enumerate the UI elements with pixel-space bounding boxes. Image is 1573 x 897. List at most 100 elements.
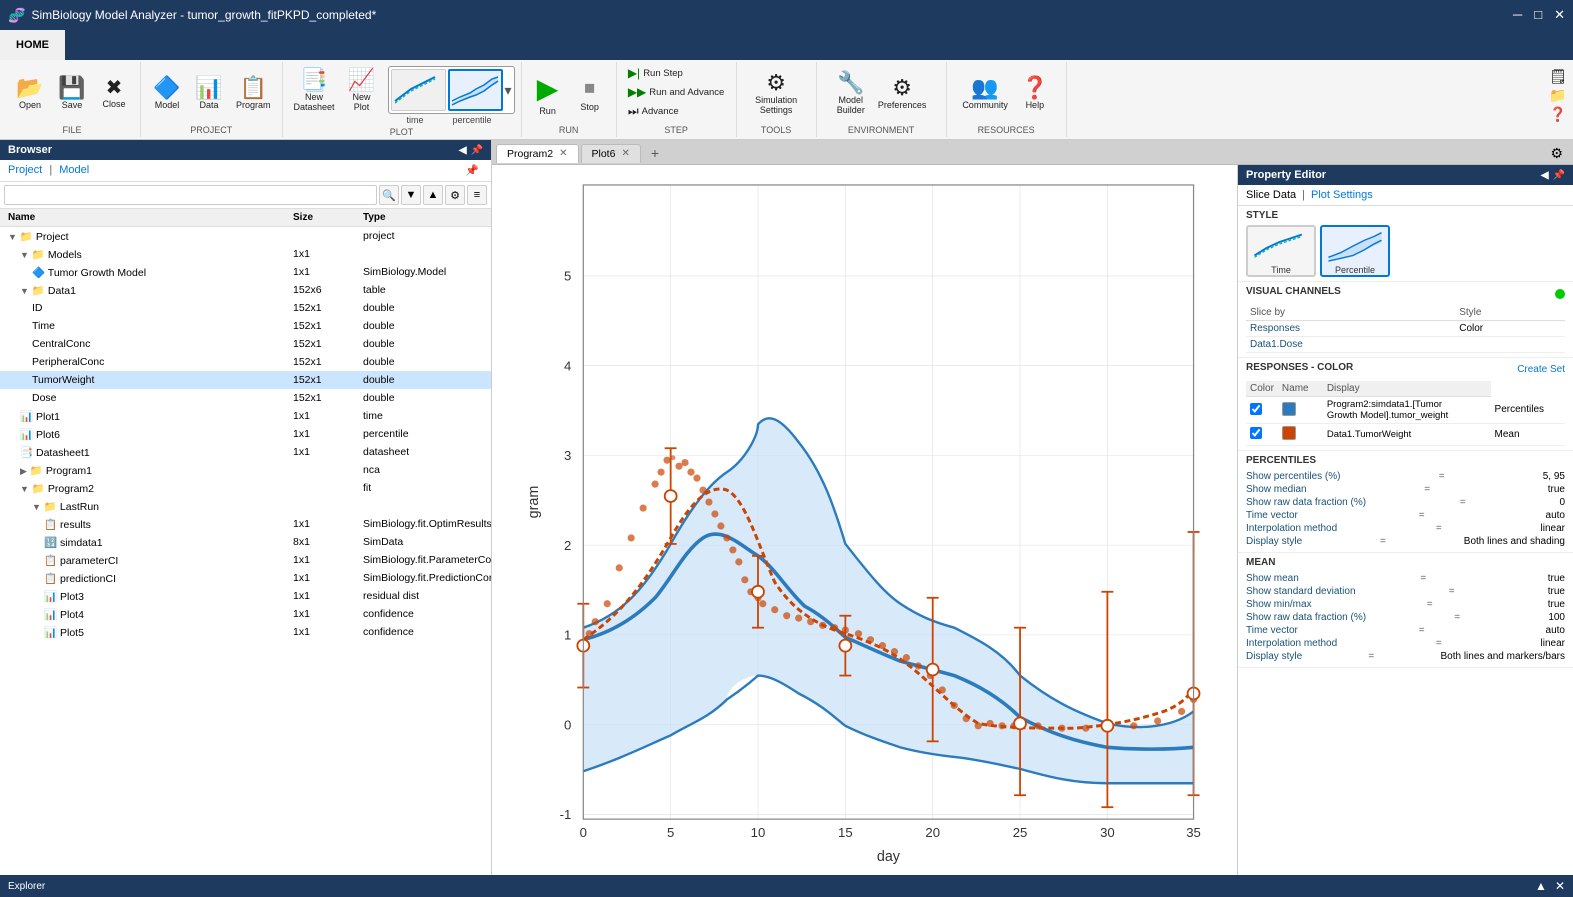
resp-checkbox-1[interactable] <box>1250 403 1262 415</box>
tree-item-project[interactable]: ▼📁 Project project <box>0 227 491 245</box>
help-button[interactable]: ❓ Help <box>1015 74 1055 113</box>
tree-item-simdata1[interactable]: 🔢 simdata1 8x1 SimData <box>0 533 491 551</box>
ribbon-group-step: ▶| Run Step ▶▶ Run and Advance ⏭ Advance… <box>617 62 737 137</box>
new-datasheet-button[interactable]: 📑 NewDatasheet <box>289 66 340 115</box>
save-button[interactable]: 💾 Save <box>52 74 92 113</box>
preferences-button[interactable]: ⚙ Preferences <box>873 74 932 113</box>
tree-item-plot5[interactable]: 📊 Plot5 1x1 confidence <box>0 623 491 641</box>
prop-editor-pin[interactable]: 📌 <box>1553 170 1565 181</box>
resp-col-name: Name <box>1278 381 1323 397</box>
model-button[interactable]: 🔷 Model <box>147 74 187 113</box>
resp-check-1[interactable] <box>1246 397 1278 424</box>
tab-program2-close[interactable]: ✕ <box>559 148 567 159</box>
explorer-expand-btn[interactable]: ▲ <box>1535 879 1547 893</box>
plot-style-dropdown[interactable]: ▾ <box>505 69 512 111</box>
col-size: Size <box>293 212 363 223</box>
open-button[interactable]: 📂 Open <box>10 74 50 113</box>
close-button-ribbon[interactable]: ✖ Close <box>94 75 134 112</box>
tab-plot6[interactable]: Plot6 ✕ <box>581 144 641 163</box>
content-settings-btn[interactable]: ⚙ <box>1544 143 1569 164</box>
responses-table: Color Name Display Program2:simdata1.[ <box>1246 381 1565 446</box>
tree-item-program1[interactable]: ▶📁 Program1 nca <box>0 461 491 479</box>
run-step-button[interactable]: ▶| Run Step <box>624 64 687 82</box>
sidebar-pin-btn[interactable]: 📌 <box>471 145 483 156</box>
plot-style-time[interactable] <box>391 69 446 111</box>
run-button[interactable]: ▶ Run <box>528 69 568 119</box>
close-button[interactable]: ✕ <box>1554 7 1565 23</box>
style-percentile-btn[interactable]: Percentile <box>1320 225 1390 277</box>
sidebar-nav-pin[interactable]: 📌 <box>465 164 479 177</box>
ribbon-tool-2[interactable]: 📁 <box>1549 87 1567 104</box>
tree-item-time[interactable]: Time 152x1 double <box>0 317 491 335</box>
minimize-button[interactable]: ─ <box>1513 7 1522 23</box>
maximize-button[interactable]: □ <box>1534 7 1542 23</box>
advance-button[interactable]: ⏭ Advance <box>624 102 683 121</box>
settings-btn[interactable]: ⚙ <box>445 185 465 205</box>
step-buttons: ▶| Run Step ▶▶ Run and Advance ⏭ Advance <box>624 64 728 123</box>
tree-item-results[interactable]: 📋 results 1x1 SimBiology.fit.OptimResult… <box>0 515 491 533</box>
slice-data-nav[interactable]: Slice Data <box>1246 189 1296 201</box>
data-button[interactable]: 📊 Data <box>189 74 229 113</box>
search-input[interactable] <box>4 185 377 205</box>
plot-style-percentile[interactable] <box>448 69 503 111</box>
tree-item-plot1[interactable]: 📊 Plot1 1x1 time <box>0 407 491 425</box>
ribbon-tool-3[interactable]: ❓ <box>1549 106 1567 123</box>
ribbon-tab-home[interactable]: HOME <box>0 30 65 60</box>
tree-item-id[interactable]: ID 152x1 double <box>0 299 491 317</box>
plot-area[interactable]: 5 4 3 2 1 0 -1 0 5 10 15 20 25 30 35 <box>492 165 1237 875</box>
ribbon-group-project: 🔷 Model 📊 Data 📋 Program PROJECT <box>141 62 283 137</box>
tree-item-tumor-growth-model[interactable]: 🔷 Tumor Growth Model 1x1 SimBiology.Mode… <box>0 263 491 281</box>
tree-item-program2[interactable]: ▼📁 Program2 fit <box>0 479 491 497</box>
community-button[interactable]: 👥 Community <box>957 74 1013 113</box>
tree-item-plot6[interactable]: 📊 Plot6 1x1 percentile <box>0 425 491 443</box>
prop-editor-collapse[interactable]: ◀ <box>1541 170 1549 181</box>
filter-dropdown-btn[interactable]: ▼ <box>401 185 421 205</box>
sort-up-btn[interactable]: ▲ <box>423 185 443 205</box>
sidebar-table-header: Name Size Type <box>0 209 491 227</box>
model-nav-link[interactable]: Model <box>59 164 89 176</box>
tab-plot6-close[interactable]: ✕ <box>621 148 629 159</box>
resp-color-1 <box>1282 402 1296 416</box>
tab-program2[interactable]: Program2 ✕ <box>496 144 579 163</box>
tree-item-datasheet1[interactable]: 📑 Datasheet1 1x1 datasheet <box>0 443 491 461</box>
run-advance-button[interactable]: ▶▶ Run and Advance <box>624 83 728 101</box>
new-datasheet-icon: 📑 <box>300 69 327 91</box>
response-row-1: Program2:simdata1.[TumorGrowth Model].tu… <box>1246 397 1565 424</box>
tree-item-plot3[interactable]: 📊 Plot3 1x1 residual dist <box>0 587 491 605</box>
project-nav-link[interactable]: Project <box>8 164 42 176</box>
resp-check-2[interactable] <box>1246 424 1278 446</box>
tab-add-button[interactable]: + <box>643 142 667 164</box>
tools-group-label: TOOLS <box>761 125 791 135</box>
style-time-btn[interactable]: Time <box>1246 225 1316 277</box>
tree-item-parameterci[interactable]: 📋 parameterCI 1x1 SimBiology.fit.Paramet… <box>0 551 491 569</box>
prop-display-style-pct: Display style = Both lines and shading <box>1246 535 1565 548</box>
prop-time-vector: Time vector = auto <box>1246 509 1565 522</box>
program-button[interactable]: 📋 Program <box>231 74 276 113</box>
new-plot-button[interactable]: 📈 NewPlot <box>342 66 382 115</box>
filter-btn[interactable]: ≡ <box>467 185 487 205</box>
tab-bar: Program2 ✕ Plot6 ✕ + ⚙ <box>492 140 1573 165</box>
tree-item-centralconc[interactable]: CentralConc 152x1 double <box>0 335 491 353</box>
resp-checkbox-2[interactable] <box>1250 427 1262 439</box>
tree-item-tumorweight[interactable]: TumorWeight 152x1 double <box>0 371 491 389</box>
close-icon-ribbon: ✖ <box>106 78 123 98</box>
tree-item-plot4[interactable]: 📊 Plot4 1x1 confidence <box>0 605 491 623</box>
prop-interpolation: Interpolation method = linear <box>1246 522 1565 535</box>
stop-button[interactable]: ⏹ Stop <box>570 72 610 115</box>
explorer-close-btn[interactable]: ✕ <box>1555 879 1565 893</box>
sidebar-collapse-btn[interactable]: ◀ <box>459 145 467 156</box>
window-controls[interactable]: ─ □ ✕ <box>1513 7 1565 23</box>
tree-item-lastrun[interactable]: ▼📁 LastRun <box>0 497 491 515</box>
tree-item-dose[interactable]: Dose 152x1 double <box>0 389 491 407</box>
model-builder-button[interactable]: 🔧 ModelBuilder <box>831 69 871 118</box>
plot-settings-nav[interactable]: Plot Settings <box>1311 189 1373 201</box>
search-button[interactable]: 🔍 <box>379 185 399 205</box>
tree-item-peripheralconc[interactable]: PeripheralConc 152x1 double <box>0 353 491 371</box>
ribbon-content: 📂 Open 💾 Save ✖ Close FILE 🔷 Model 📊 Dat… <box>0 60 1573 140</box>
tree-item-predictionci[interactable]: 📋 predictionCI 1x1 SimBiology.fit.Predic… <box>0 569 491 587</box>
tree-item-models[interactable]: ▼📁 Models 1x1 <box>0 245 491 263</box>
simulation-settings-button[interactable]: ⚙ SimulationSettings <box>750 69 802 118</box>
create-set-btn[interactable]: Create Set <box>1517 364 1565 375</box>
tree-item-data1[interactable]: ▼📁 Data1 152x6 table <box>0 281 491 299</box>
ribbon-tool-1[interactable]: 🗒 <box>1549 68 1567 85</box>
